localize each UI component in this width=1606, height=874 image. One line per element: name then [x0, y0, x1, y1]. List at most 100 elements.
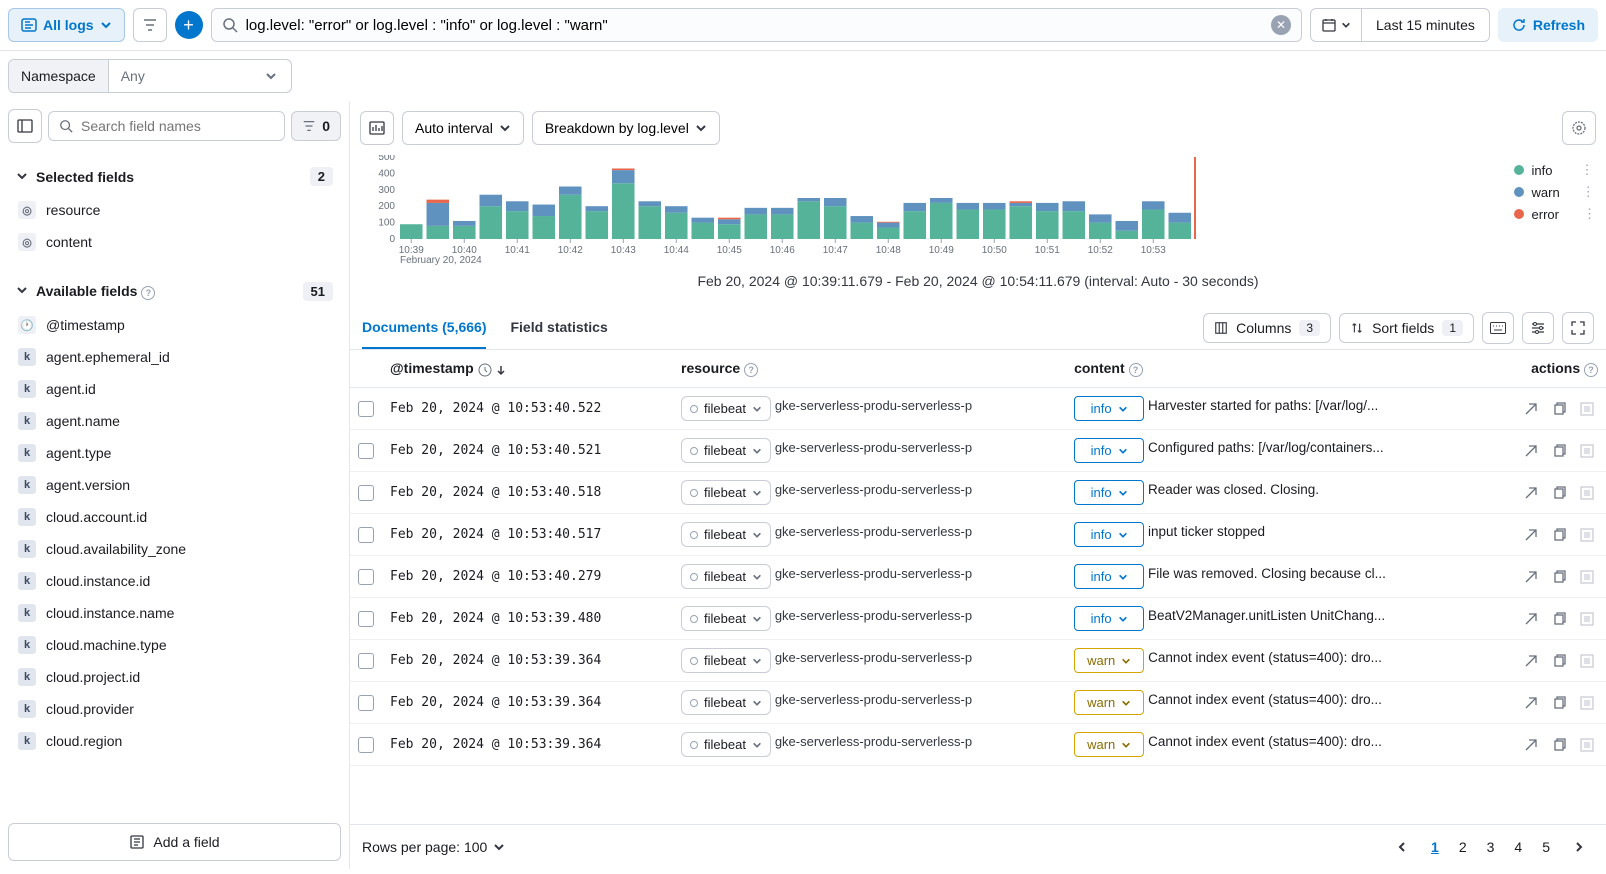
expand-row-button[interactable] — [1520, 524, 1542, 546]
tab-field-statistics[interactable]: Field statistics — [510, 307, 607, 349]
results-table-container[interactable]: @timestamp resource ? content ? actions … — [350, 350, 1606, 824]
field-filter-button[interactable]: 0 — [291, 111, 341, 141]
more-row-button[interactable] — [1576, 440, 1598, 462]
row-checkbox[interactable] — [358, 485, 374, 501]
available-field-item[interactable]: kagent.name — [12, 405, 337, 437]
available-field-item[interactable]: kcloud.instance.name — [12, 597, 337, 629]
service-pill[interactable]: filebeat — [681, 648, 771, 673]
log-level-badge[interactable]: info — [1074, 480, 1144, 505]
help-icon[interactable]: ? — [1584, 363, 1598, 377]
add-field-button[interactable]: Add a field — [8, 823, 341, 861]
namespace-value-wrap[interactable]: Any — [109, 60, 291, 92]
service-pill[interactable]: filebeat — [681, 606, 771, 631]
col-resource[interactable]: resource ? — [673, 350, 1066, 388]
service-pill[interactable]: filebeat — [681, 480, 771, 505]
copy-row-button[interactable] — [1548, 440, 1570, 462]
available-field-item[interactable]: kcloud.project.id — [12, 661, 337, 693]
data-view-button[interactable]: All logs — [8, 8, 125, 42]
available-field-item[interactable]: kcloud.provider — [12, 693, 337, 725]
service-pill[interactable]: filebeat — [681, 690, 771, 715]
help-icon[interactable]: ? — [1129, 363, 1143, 377]
table-row[interactable]: Feb 20, 2024 @ 10:53:39.364filebeat gke-… — [350, 682, 1606, 724]
interval-button[interactable]: Auto interval — [402, 111, 524, 145]
expand-row-button[interactable] — [1520, 566, 1542, 588]
service-pill[interactable]: filebeat — [681, 396, 771, 421]
table-row[interactable]: Feb 20, 2024 @ 10:53:40.521filebeat gke-… — [350, 430, 1606, 472]
chart-toggle-button[interactable] — [360, 111, 394, 145]
breakdown-button[interactable]: Breakdown by log.level — [532, 111, 720, 145]
row-checkbox[interactable] — [358, 527, 374, 543]
available-field-item[interactable]: kcloud.instance.id — [12, 565, 337, 597]
row-checkbox[interactable] — [358, 569, 374, 585]
legend-warn[interactable]: warn⋮ — [1514, 181, 1596, 203]
table-row[interactable]: Feb 20, 2024 @ 10:53:40.279filebeat gke-… — [350, 556, 1606, 598]
more-row-button[interactable] — [1576, 692, 1598, 714]
row-checkbox[interactable] — [358, 695, 374, 711]
legend-info[interactable]: info⋮ — [1514, 159, 1596, 181]
page-number[interactable]: 4 — [1504, 833, 1532, 861]
log-level-badge[interactable]: info — [1074, 606, 1144, 631]
more-row-button[interactable] — [1576, 608, 1598, 630]
query-input[interactable] — [246, 17, 1263, 34]
log-level-badge[interactable]: info — [1074, 438, 1144, 463]
service-pill[interactable]: filebeat — [681, 732, 771, 757]
selected-field-item[interactable]: ◎content — [12, 226, 337, 258]
page-number[interactable]: 5 — [1532, 833, 1560, 861]
col-timestamp[interactable]: @timestamp — [382, 350, 673, 388]
available-fields-header[interactable]: Available fields ? 51 — [12, 274, 337, 309]
page-number[interactable]: 1 — [1421, 833, 1449, 861]
expand-row-button[interactable] — [1520, 398, 1542, 420]
service-pill[interactable]: filebeat — [681, 522, 771, 547]
field-search-input[interactable] — [81, 118, 274, 134]
selected-field-item[interactable]: ◎resource — [12, 194, 337, 226]
help-icon[interactable]: ? — [141, 286, 155, 300]
help-icon[interactable]: ? — [744, 363, 758, 377]
available-field-item[interactable]: kcloud.machine.type — [12, 629, 337, 661]
page-number[interactable]: 2 — [1449, 833, 1477, 861]
expand-row-button[interactable] — [1520, 482, 1542, 504]
collapse-sidebar-button[interactable] — [8, 109, 42, 143]
chart-options-button[interactable] — [1562, 111, 1596, 145]
sidebar-scroll[interactable]: Selected fields 2 ◎resource◎content Avai… — [0, 151, 349, 815]
copy-row-button[interactable] — [1548, 482, 1570, 504]
expand-row-button[interactable] — [1520, 440, 1542, 462]
log-level-badge[interactable]: info — [1074, 522, 1144, 547]
row-checkbox[interactable] — [358, 401, 374, 417]
table-row[interactable]: Feb 20, 2024 @ 10:53:39.364filebeat gke-… — [350, 640, 1606, 682]
expand-row-button[interactable] — [1520, 650, 1542, 672]
table-row[interactable]: Feb 20, 2024 @ 10:53:40.517filebeat gke-… — [350, 514, 1606, 556]
col-content[interactable]: content ? — [1066, 350, 1486, 388]
available-field-item[interactable]: kagent.type — [12, 437, 337, 469]
log-level-badge[interactable]: warn — [1074, 690, 1144, 715]
legend-error[interactable]: error⋮ — [1514, 203, 1596, 225]
expand-row-button[interactable] — [1520, 734, 1542, 756]
copy-row-button[interactable] — [1548, 734, 1570, 756]
available-field-item[interactable]: kagent.id — [12, 373, 337, 405]
log-level-badge[interactable]: warn — [1074, 732, 1144, 757]
copy-row-button[interactable] — [1548, 692, 1570, 714]
copy-row-button[interactable] — [1548, 524, 1570, 546]
rows-per-page-button[interactable]: Rows per page: 100 — [362, 839, 505, 855]
row-checkbox[interactable] — [358, 653, 374, 669]
expand-row-button[interactable] — [1520, 692, 1542, 714]
tab-documents[interactable]: Documents (5,666) — [362, 307, 486, 349]
available-field-item[interactable]: 🕐@timestamp — [12, 309, 337, 341]
page-prev[interactable] — [1387, 835, 1417, 859]
expand-row-button[interactable] — [1520, 608, 1542, 630]
log-level-badge[interactable]: warn — [1074, 648, 1144, 673]
log-level-badge[interactable]: info — [1074, 396, 1144, 421]
row-checkbox[interactable] — [358, 737, 374, 753]
columns-button[interactable]: Columns 3 — [1203, 313, 1331, 343]
namespace-filter[interactable]: Namespace Any — [8, 59, 292, 93]
filter-toggle-button[interactable] — [133, 8, 167, 42]
table-row[interactable]: Feb 20, 2024 @ 10:53:40.522filebeat gke-… — [350, 388, 1606, 430]
copy-row-button[interactable] — [1548, 566, 1570, 588]
display-options-button[interactable] — [1522, 312, 1554, 344]
time-range-label[interactable]: Last 15 minutes — [1362, 9, 1489, 41]
service-pill[interactable]: filebeat — [681, 564, 771, 589]
sort-button[interactable]: Sort fields 1 — [1339, 313, 1474, 343]
histogram-chart[interactable]: 010020030040050010:3910:4010:4110:4210:4… — [350, 155, 1606, 307]
selected-fields-header[interactable]: Selected fields 2 — [12, 159, 337, 194]
copy-row-button[interactable] — [1548, 650, 1570, 672]
row-checkbox[interactable] — [358, 443, 374, 459]
